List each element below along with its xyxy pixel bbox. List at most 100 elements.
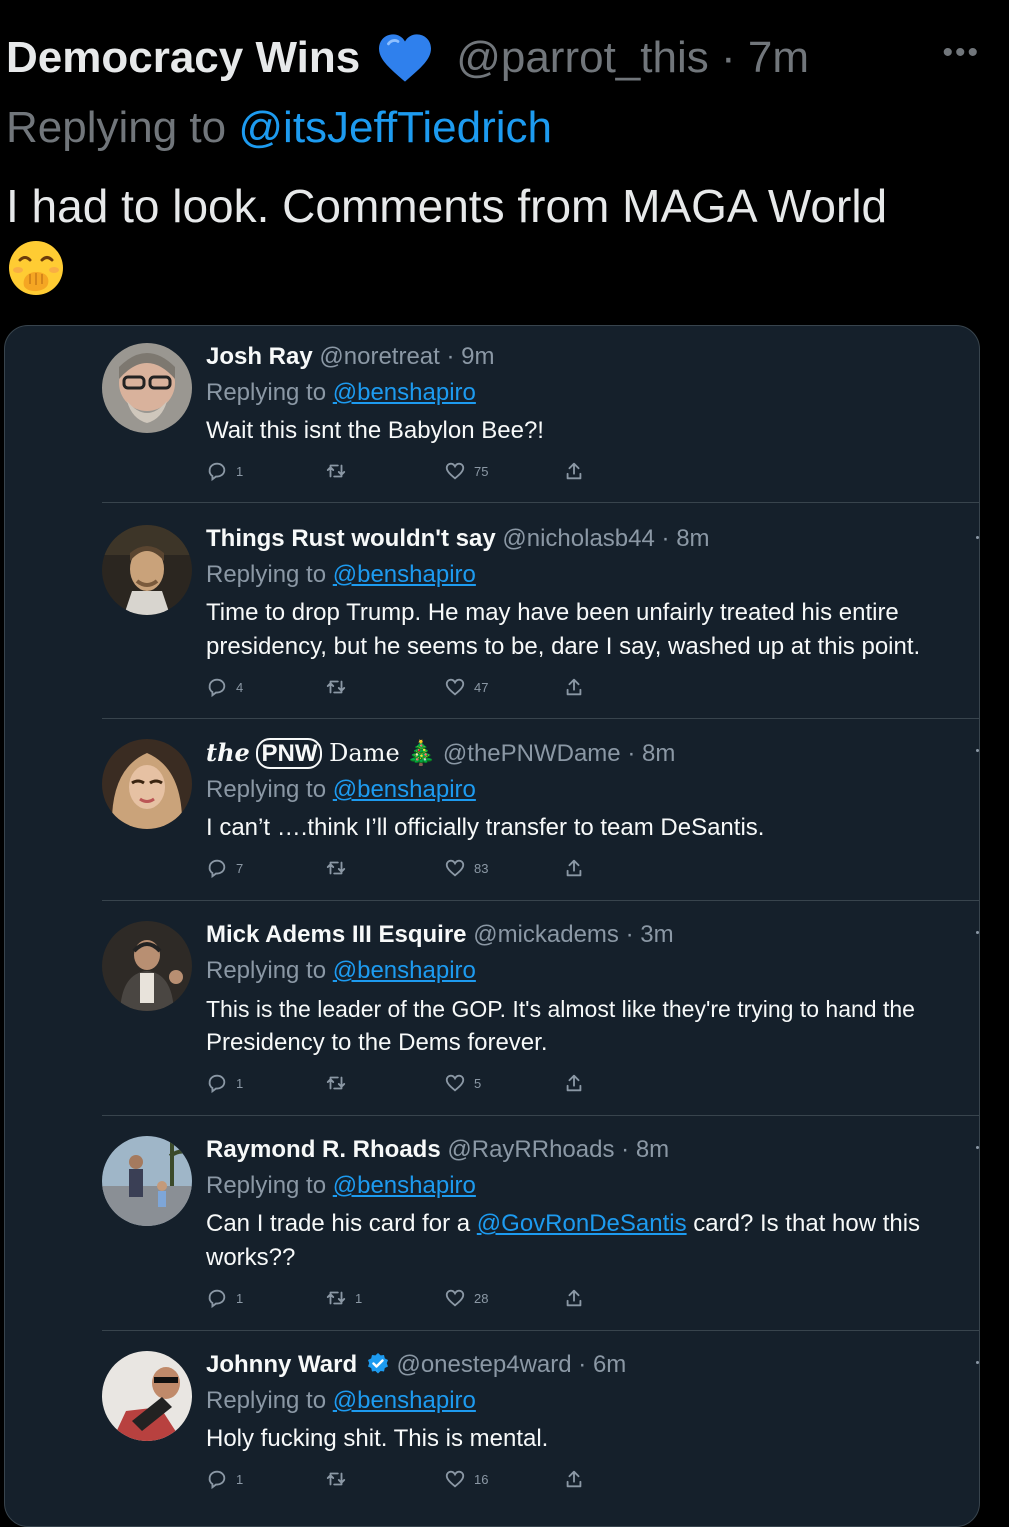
reply-button[interactable]: 1 bbox=[206, 1072, 243, 1094]
reply-author-name[interactable]: Things Rust wouldn't say bbox=[206, 525, 496, 552]
retweet-icon bbox=[326, 464, 346, 478]
main-tweet-header: Democracy Wins @parrot_this · 7m bbox=[6, 28, 996, 88]
avatar[interactable] bbox=[102, 1351, 192, 1441]
replying-to-line: Replying to @benshapiro bbox=[206, 561, 476, 588]
reply-header: Raymond R. Rhoads @RayRRhoads · 8m bbox=[206, 1133, 979, 1167]
share-button[interactable] bbox=[563, 1072, 585, 1094]
reply-author-handle[interactable]: @thePNWDame · 8m bbox=[443, 740, 675, 767]
like-button[interactable]: 75 bbox=[444, 460, 488, 482]
face-with-hand-over-mouth-icon bbox=[9, 241, 63, 295]
retweet-icon bbox=[326, 1076, 346, 1090]
divider bbox=[102, 502, 979, 503]
reply-author-handle[interactable]: @mickadems · 3m bbox=[473, 921, 673, 948]
tweet-text: I had to look. Comments from MAGA World bbox=[6, 180, 888, 232]
replying-to-mention[interactable]: @itsJeffTiedrich bbox=[238, 103, 552, 152]
replying-to-mention[interactable]: @benshapiro bbox=[333, 957, 476, 984]
retweet-button[interactable] bbox=[325, 676, 355, 698]
retweet-button[interactable] bbox=[325, 1468, 355, 1490]
cropped-more-icon bbox=[976, 749, 979, 752]
share-button[interactable] bbox=[563, 676, 585, 698]
cropped-more-icon bbox=[976, 1361, 979, 1364]
replying-to-line: Replying to @benshapiro bbox=[206, 1172, 476, 1199]
reply-author-name[interactable]: the PNW Dame 🎄 bbox=[206, 738, 437, 769]
reply-count: 4 bbox=[236, 679, 244, 695]
like-count: 5 bbox=[474, 1075, 482, 1091]
reply-text: Holy fucking shit. This is mental. bbox=[206, 1425, 549, 1452]
share-icon bbox=[566, 859, 582, 877]
divider bbox=[102, 718, 979, 719]
reply-button[interactable]: 1 bbox=[206, 1287, 243, 1309]
avatar[interactable] bbox=[102, 343, 192, 433]
reply-header: Johnny Ward @onestep4ward · 6m bbox=[206, 1348, 979, 1382]
heart-icon bbox=[445, 462, 465, 480]
retweet-icon bbox=[326, 1472, 346, 1486]
reply-author-handle[interactable]: @noretreat · 9m bbox=[319, 343, 494, 370]
reply-header: the PNW Dame 🎄 @thePNWDame · 8m bbox=[206, 736, 979, 771]
cropped-more-icon bbox=[976, 1146, 979, 1149]
avatar[interactable] bbox=[102, 921, 192, 1011]
comment-icon bbox=[208, 1074, 226, 1094]
retweet-button[interactable] bbox=[325, 857, 355, 879]
like-button[interactable]: 5 bbox=[444, 1072, 481, 1094]
divider bbox=[102, 1115, 979, 1116]
share-button[interactable] bbox=[563, 1287, 585, 1309]
reply-button[interactable]: 1 bbox=[206, 460, 243, 482]
like-button[interactable]: 16 bbox=[444, 1468, 488, 1490]
reply-count: 7 bbox=[236, 860, 244, 876]
replying-to-mention[interactable]: @benshapiro bbox=[333, 1172, 476, 1199]
share-button[interactable] bbox=[563, 460, 585, 482]
author-handle[interactable]: @parrot_this · 7m bbox=[456, 28, 809, 88]
like-count: 16 bbox=[474, 1471, 489, 1487]
action-bar: 4 47 bbox=[206, 676, 979, 706]
retweet-icon bbox=[326, 1291, 346, 1305]
reply-count: 1 bbox=[236, 1471, 244, 1487]
replying-to-mention[interactable]: @benshapiro bbox=[333, 561, 476, 588]
like-button[interactable]: 47 bbox=[444, 676, 488, 698]
heart-icon bbox=[445, 1289, 465, 1307]
reply-count: 1 bbox=[236, 1290, 244, 1306]
reply-text-line: Time to drop Trump. He may have been unf… bbox=[206, 599, 899, 626]
reply-text-line: Can I trade his card for a @GovRonDeSant… bbox=[206, 1210, 921, 1237]
more-options-icon[interactable]: ••• bbox=[942, 36, 980, 70]
replying-to-mention[interactable]: @benshapiro bbox=[333, 379, 476, 406]
retweet-button[interactable]: 1 bbox=[325, 1287, 362, 1309]
avatar[interactable] bbox=[102, 1136, 192, 1226]
retweet-icon bbox=[326, 861, 346, 875]
reply-text: Wait this isnt the Babylon Bee?! bbox=[206, 417, 544, 444]
share-button[interactable] bbox=[563, 1468, 585, 1490]
retweet-button[interactable] bbox=[325, 460, 355, 482]
reply-author-handle[interactable]: @nicholasb44 · 8m bbox=[502, 525, 709, 552]
reply-author-name[interactable]: Johnny Ward bbox=[206, 1351, 357, 1378]
author-display-name[interactable]: Democracy Wins bbox=[6, 28, 360, 88]
reply-author-name[interactable]: Josh Ray bbox=[206, 343, 313, 370]
reply-button[interactable]: 1 bbox=[206, 1468, 243, 1490]
reply-author-handle[interactable]: @onestep4ward · 6m bbox=[396, 1351, 626, 1378]
action-bar: 7 83 bbox=[206, 857, 979, 887]
comment-icon bbox=[208, 462, 226, 482]
reply-author-handle[interactable]: @RayRRhoads · 8m bbox=[447, 1136, 669, 1163]
reply-button[interactable]: 7 bbox=[206, 857, 243, 879]
avatar[interactable] bbox=[102, 739, 192, 829]
main-tweet: Democracy Wins @parrot_this · 7m ••• Rep… bbox=[6, 28, 996, 303]
reply-button[interactable]: 4 bbox=[206, 676, 243, 698]
replying-to-line: Replying to @benshapiro bbox=[206, 776, 476, 803]
christmas-tree-icon: 🎄 bbox=[406, 740, 437, 767]
like-count: 28 bbox=[474, 1290, 489, 1306]
like-button[interactable]: 83 bbox=[444, 857, 488, 879]
divider bbox=[102, 900, 979, 901]
reply-author-name[interactable]: Raymond R. Rhoads bbox=[206, 1136, 441, 1163]
like-button[interactable]: 28 bbox=[444, 1287, 488, 1309]
replying-to-mention[interactable]: @benshapiro bbox=[333, 1387, 476, 1414]
like-count: 47 bbox=[474, 679, 489, 695]
retweet-button[interactable] bbox=[325, 1072, 355, 1094]
replying-to-line: Replying to @benshapiro bbox=[206, 957, 476, 984]
avatar[interactable] bbox=[102, 525, 192, 615]
cropped-more-icon bbox=[976, 536, 979, 539]
reply-author-name[interactable]: Mick Adems III Esquire bbox=[206, 921, 467, 948]
replying-to-mention[interactable]: @benshapiro bbox=[333, 776, 476, 803]
inline-mention[interactable]: @GovRonDeSantis bbox=[477, 1210, 687, 1237]
share-button[interactable] bbox=[563, 857, 585, 879]
like-count: 83 bbox=[474, 860, 489, 876]
retweet-icon bbox=[326, 680, 346, 694]
action-bar: 1 75 bbox=[206, 460, 979, 490]
